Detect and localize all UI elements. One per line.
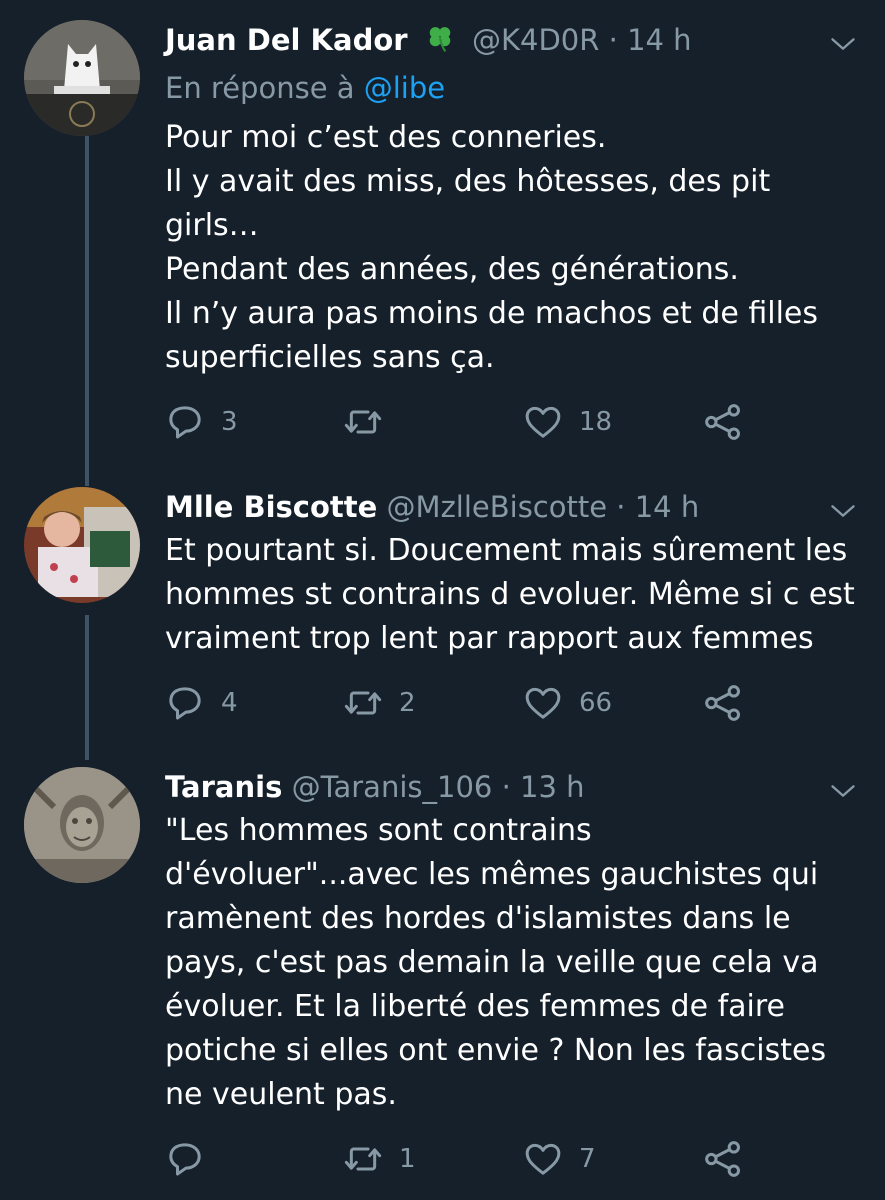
tweet-line: d'évoluer"...avec les mêmes gauchistes q… <box>165 857 819 892</box>
share-button[interactable] <box>703 679 743 727</box>
tweet-line: pays, c'est pas demain la veille que cel… <box>165 945 819 980</box>
reply-mention-link[interactable]: @libe <box>364 71 445 105</box>
like-button[interactable]: 18 <box>523 398 612 446</box>
user-handle[interactable]: @Taranis_106 <box>292 770 493 804</box>
tweet-header: Taranis @Taranis_106 · 13 h <box>165 770 585 804</box>
display-name[interactable]: Juan Del Kador <box>165 23 408 57</box>
share-icon <box>703 402 743 442</box>
tweet[interactable]: Mlle Biscotte @MzlleBiscotte · 14 h Et p… <box>0 487 885 747</box>
reply-count: 4 <box>221 688 238 718</box>
tweet-line: ne veulent pas. <box>165 1077 397 1112</box>
timestamp[interactable]: 14 h <box>635 490 700 524</box>
tweet[interactable]: Taranis @Taranis_106 · 13 h "Les hommes … <box>0 767 885 1187</box>
reply-button[interactable]: 4 <box>165 679 238 727</box>
like-count: 66 <box>579 688 613 718</box>
tweet-line: Pendant des années, des générations. <box>165 252 739 287</box>
timestamp[interactable]: 14 h <box>627 23 692 57</box>
reply-button[interactable] <box>165 1135 221 1183</box>
tweet-line: "Les hommes sont contrains <box>165 813 592 848</box>
retweet-icon <box>343 402 383 442</box>
retweet-icon <box>343 1139 383 1179</box>
user-handle[interactable]: @MzlleBiscotte <box>387 490 608 524</box>
tweet-line: Pour moi c’est des conneries. <box>165 120 607 155</box>
retweet-count: 2 <box>399 688 416 718</box>
tweet-line: potiche si elles ont envie ? Non les fas… <box>165 1033 827 1068</box>
share-button[interactable] <box>703 1135 743 1183</box>
tweet-text: Pour moi c’est des conneries. Il y avait… <box>165 116 865 380</box>
reply-button[interactable]: 3 <box>165 398 238 446</box>
chevron-down-icon[interactable] <box>829 497 857 529</box>
reply-count: 3 <box>221 407 238 437</box>
action-bar: 3 18 <box>165 398 865 446</box>
reply-icon <box>165 1139 205 1179</box>
tweet-header: Mlle Biscotte @MzlleBiscotte · 14 h <box>165 490 700 524</box>
like-count: 18 <box>579 407 613 437</box>
share-button[interactable] <box>703 398 743 446</box>
chevron-down-icon[interactable] <box>829 30 857 62</box>
heart-icon <box>523 1139 563 1179</box>
like-button[interactable]: 7 <box>523 1135 596 1183</box>
retweet-button[interactable] <box>343 398 399 446</box>
retweet-icon <box>343 683 383 723</box>
timestamp[interactable]: 13 h <box>520 770 585 804</box>
action-bar: 4 2 66 <box>165 679 865 727</box>
tweet-header: Juan Del Kador @K4D0R · 14 h <box>165 20 825 64</box>
tweet-text: "Les hommes sont contrains d'évoluer"...… <box>165 809 865 1117</box>
tweet-line: hommes st contrains d evoluer. Même si c… <box>165 577 855 612</box>
reply-icon <box>165 402 205 442</box>
like-button[interactable]: 66 <box>523 679 612 727</box>
chevron-down-icon[interactable] <box>829 777 857 809</box>
tweet[interactable]: Juan Del Kador @K4D0R · 14 h En réponse … <box>0 20 885 460</box>
retweet-count: 1 <box>399 1144 416 1174</box>
tweet-line: superficielles sans ça. <box>165 340 495 375</box>
reply-context: En réponse à @libe <box>165 68 445 108</box>
reply-prefix: En réponse à <box>165 71 355 105</box>
four-leaf-clover-icon <box>423 22 457 64</box>
tweet-line: girls… <box>165 208 259 243</box>
retweet-button[interactable]: 2 <box>343 679 416 727</box>
heart-icon <box>523 402 563 442</box>
avatar[interactable] <box>24 487 140 603</box>
tweet-line: Et pourtant si. Doucement mais sûrement … <box>165 533 848 568</box>
tweet-line: Il y avait des miss, des hôtesses, des p… <box>165 164 771 199</box>
tweet-line: vraiment trop lent par rapport aux femme… <box>165 621 814 656</box>
tweet-line: Il n’y aura pas moins de machos et de fi… <box>165 296 819 331</box>
retweet-button[interactable]: 1 <box>343 1135 416 1183</box>
user-handle[interactable]: @K4D0R <box>472 23 599 57</box>
like-count: 7 <box>579 1144 596 1174</box>
tweet-line: évoluer. Et la liberté des femmes de fai… <box>165 989 785 1024</box>
share-icon <box>703 1139 743 1179</box>
tweet-line: ramènent des hordes d'islamistes dans le <box>165 901 791 936</box>
avatar[interactable] <box>24 767 140 883</box>
display-name[interactable]: Taranis <box>165 770 282 804</box>
reply-icon <box>165 683 205 723</box>
display-name[interactable]: Mlle Biscotte <box>165 490 377 524</box>
share-icon <box>703 683 743 723</box>
avatar[interactable] <box>24 20 140 136</box>
tweet-text: Et pourtant si. Doucement mais sûrement … <box>165 529 865 661</box>
action-bar: 1 7 <box>165 1135 865 1183</box>
heart-icon <box>523 683 563 723</box>
